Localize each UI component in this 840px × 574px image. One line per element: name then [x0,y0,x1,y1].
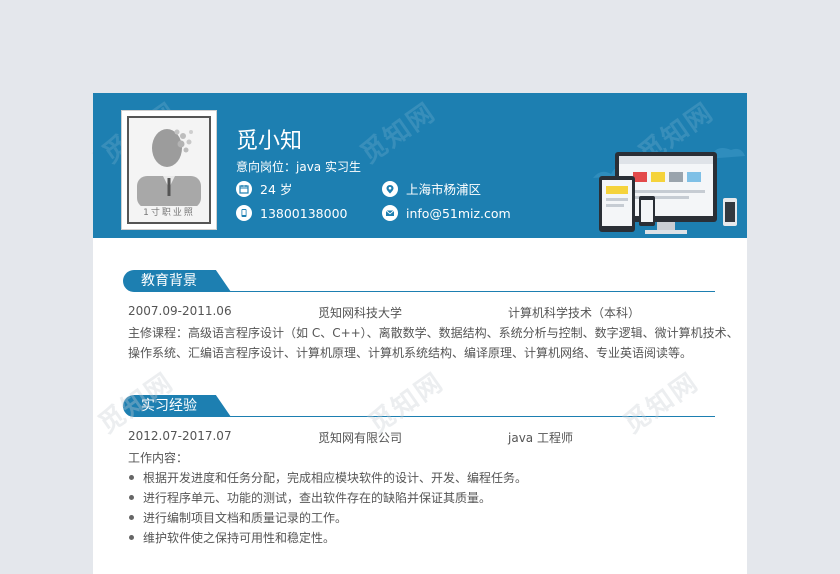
bullet-icon [129,535,134,540]
location-row: 上海市杨浦区 [382,179,481,198]
education-courses: 主修课程：高级语言程序设计（如 C、C++）、离散数学、数据结构、系统分析与控制… [128,326,739,340]
age-row: 24 岁 [236,179,292,198]
work-item: 维护软件使之保持可用性和稳定性。 [143,531,336,545]
work-item: 进行编制项目文档和质量记录的工作。 [143,511,348,525]
section-divider [225,291,715,292]
candidate-name: 觅小知 [236,129,303,154]
devices-illustration [593,148,745,234]
age-value: 24 岁 [260,182,293,197]
phone-icon [236,205,252,221]
avatar-placeholder-icon [137,129,201,208]
internship-role: java 工程师 [508,431,573,445]
work-item: 根据开发进度和任务分配，完成相应模块软件的设计、开发、编程任务。 [143,471,528,485]
education-school: 觅知网科技大学 [318,306,403,320]
internship-period: 2012.07-2017.07 [128,429,232,443]
calendar-icon [236,180,252,197]
bullet-icon [129,475,134,480]
bullet-icon [129,495,134,500]
resume-header: 觅知网 觅知网 觅知网 1寸职业照 觅小知 [93,93,747,238]
watermark: 觅知网 [355,97,442,170]
job-intent: 意向岗位：java 实习生 [236,160,361,174]
photo-caption: 1寸职业照 [143,208,195,218]
education-courses: 操作系统、汇编语言程序设计、计算机原理、计算机系统结构、编译原理、计算机网络、专… [128,346,693,360]
watermark: 觅知网 [363,367,450,440]
phone-row: 13800138000 [236,205,347,221]
location-pin-icon [382,180,398,197]
education-major: 计算机科学技术（本科） [508,306,641,320]
watermark: 觅知网 [618,367,705,440]
bullet-icon [129,515,134,520]
education-period: 2007.09-2011.06 [128,304,232,318]
work-item: 进行程序单元、功能的测试，查出软件存在的缺陷并保证其质量。 [143,491,492,505]
profile-photo: 1寸职业照 [121,110,217,230]
education-section-title: 教育背景 [123,270,231,292]
resume-page: 觅知网 觅知网 觅知网 1寸职业照 觅小知 [93,93,747,574]
location-value: 上海市杨浦区 [406,182,482,197]
email-value: info@51miz.com [406,205,511,221]
mail-icon [382,205,398,221]
work-content-label: 工作内容： [128,451,189,465]
phone-value: 13800138000 [260,205,348,221]
email-row: info@51miz.com [382,205,511,221]
